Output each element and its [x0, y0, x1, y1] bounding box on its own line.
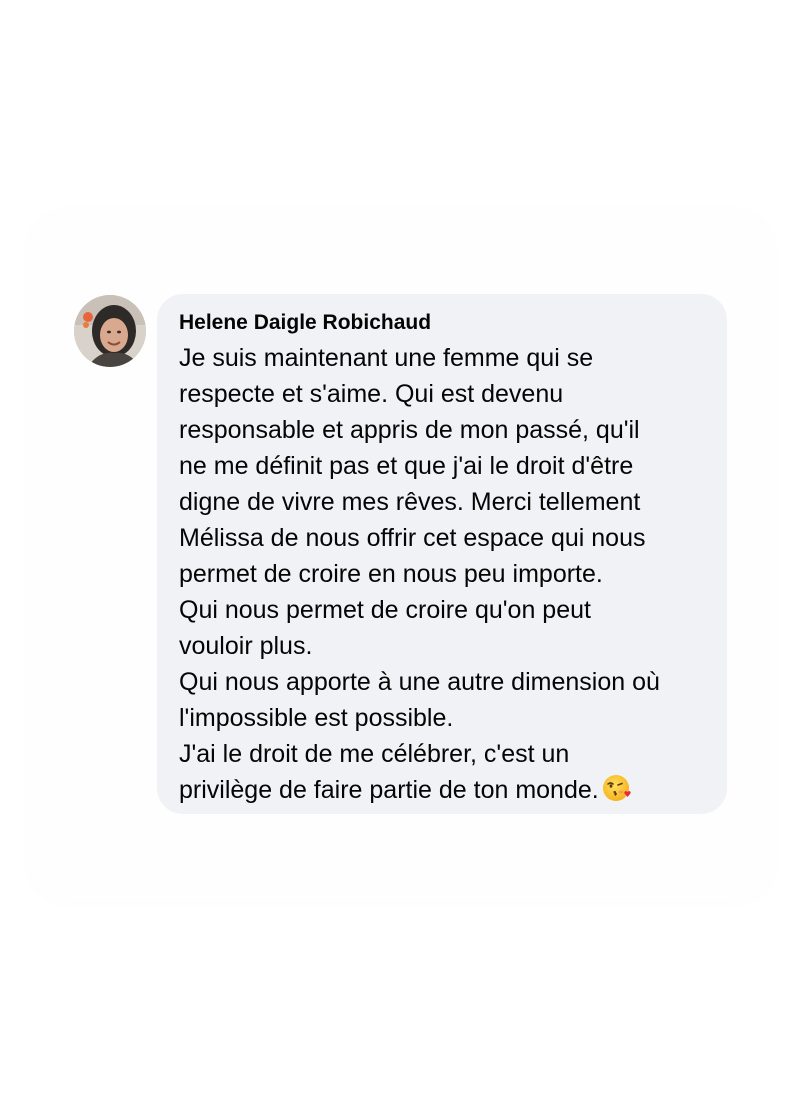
- comment-line: J'ai le droit de me célébrer, c'est un: [179, 740, 570, 768]
- profile-photo-icon: [74, 295, 146, 367]
- comment-line: ne me définit pas et que j'ai le droit d…: [179, 452, 634, 480]
- comment-line: Mélissa de nous offrir cet espace qui no…: [179, 524, 646, 552]
- comment-line: Qui nous permet de croire qu'on peut: [179, 596, 591, 624]
- comment-line: Je suis maintenant une femme qui se: [179, 344, 594, 372]
- comment-line-text: privilège de faire partie de ton monde.: [179, 776, 599, 804]
- comment-line-last: privilège de faire partie de ton monde.: [179, 772, 709, 814]
- comment-line: respecte et s'aime. Qui est devenu: [179, 380, 564, 408]
- comment-line: Qui nous apporte à une autre dimension o…: [179, 668, 660, 696]
- comment-line: permet de croire en nous peu importe.: [179, 560, 603, 588]
- comment-line: responsable et appris de mon passé, qu'i…: [179, 416, 640, 444]
- avatar[interactable]: [74, 295, 146, 367]
- comment-line: digne de vivre mes rêves. Merci tellemen…: [179, 488, 641, 516]
- comment-line: vouloir plus.: [179, 632, 313, 660]
- comment-text: Je suis maintenant une femme qui se resp…: [179, 340, 709, 814]
- kissing-face-with-heart-icon: [601, 772, 633, 814]
- comment-bubble: Helene Daigle Robichaud Je suis maintena…: [157, 294, 727, 814]
- comment-author[interactable]: Helene Daigle Robichaud: [179, 310, 709, 336]
- comment-line: l'impossible est possible.: [179, 704, 454, 732]
